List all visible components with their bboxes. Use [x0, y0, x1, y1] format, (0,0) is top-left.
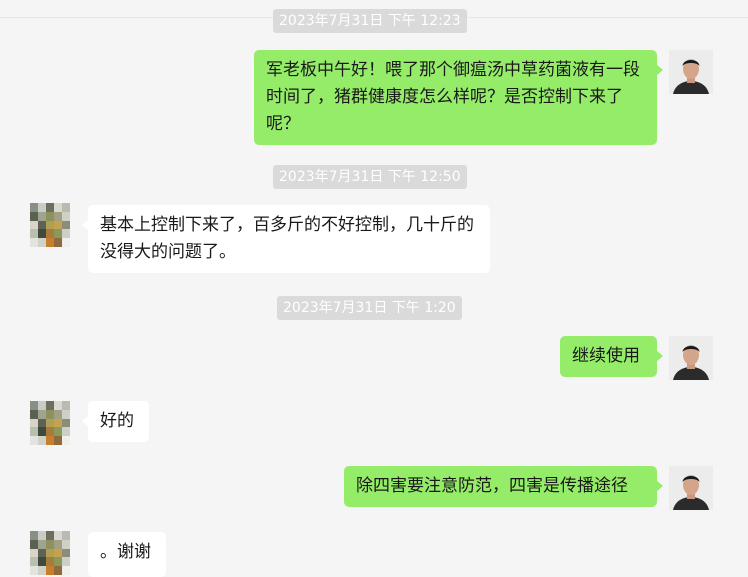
contact-avatar[interactable] [30, 531, 70, 575]
timestamp: 2023年7月31日 下午 12:50 [273, 165, 467, 189]
self-avatar[interactable] [669, 50, 713, 94]
message-bubble-received[interactable]: 。谢谢 [88, 532, 166, 577]
contact-avatar[interactable] [30, 401, 70, 445]
message-bubble-received[interactable]: 好的 [82, 401, 149, 442]
contact-avatar[interactable] [30, 203, 70, 247]
self-avatar[interactable] [669, 466, 713, 510]
message-bubble-sent[interactable]: 军老板中午好！喂了那个御瘟汤中草药菌液有一段时间了，猪群健康度怎么样呢？是否控制… [254, 50, 663, 145]
timestamp: 2023年7月31日 下午 12:23 [273, 9, 467, 33]
timestamp: 2023年7月31日 下午 1:20 [277, 296, 462, 320]
self-avatar[interactable] [669, 336, 713, 380]
message-bubble-sent[interactable]: 继续使用 [560, 336, 663, 377]
message-bubble-received[interactable]: 基本上控制下来了，百多斤的不好控制，几十斤的没得大的问题了。 [82, 205, 490, 273]
message-bubble-sent[interactable]: 除四害要注意防范，四害是传播途径 [344, 466, 663, 507]
